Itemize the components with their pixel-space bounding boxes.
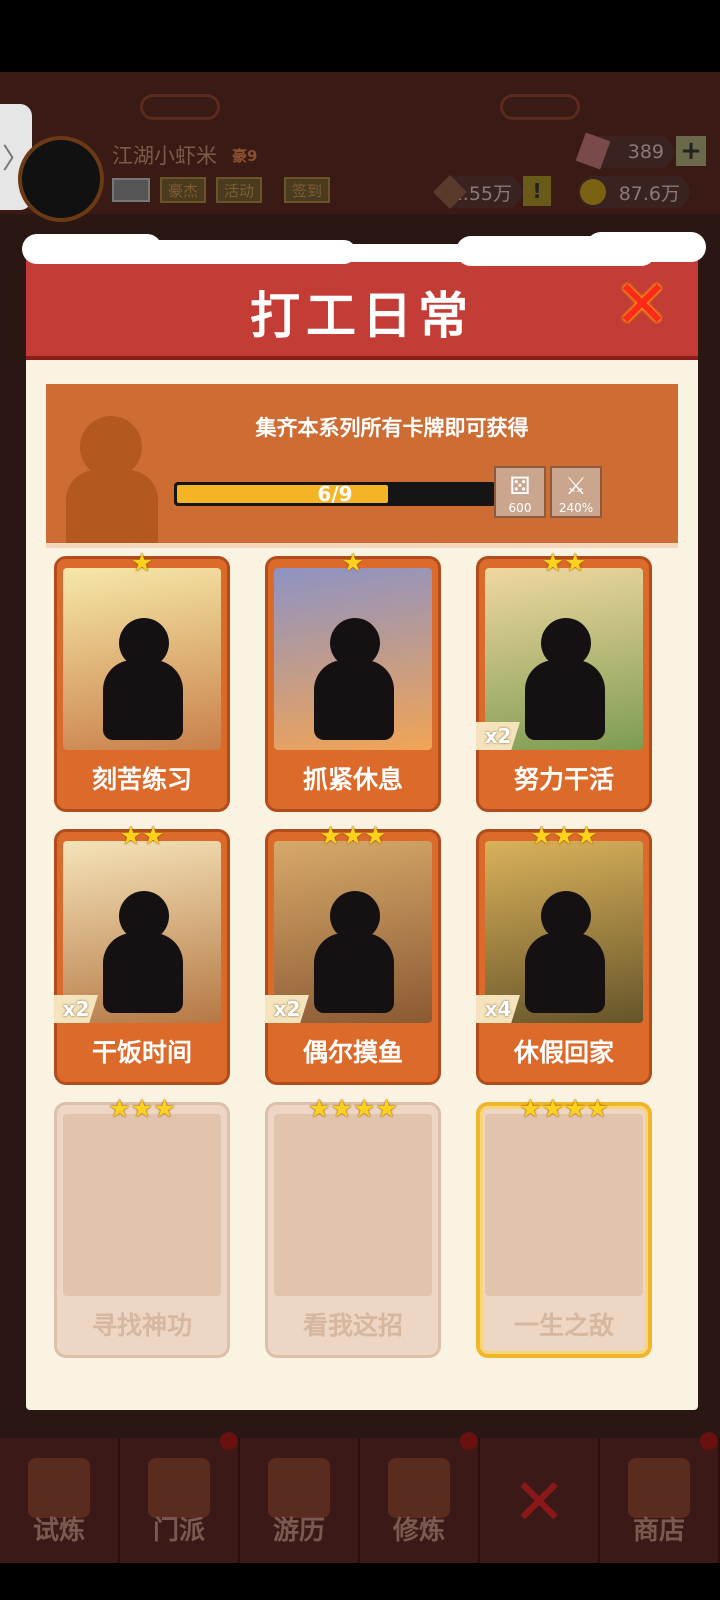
card-name: 抓紧休息 [302,765,403,794]
notification-dot [460,1432,478,1450]
cloud-ornament [500,94,580,120]
ninja-head [541,891,591,941]
progress-text: 6/9 [317,482,353,506]
card-stars: ★★★★ [308,1094,398,1123]
card-name: 休假回家 [513,1038,614,1067]
avatar[interactable] [18,136,104,222]
card-3[interactable]: ★★ x2 努力干活 [476,548,652,812]
notification-dot [220,1432,238,1450]
scroll-icon [388,1458,450,1518]
reward-sword[interactable]: ⚔ 240% [550,466,602,518]
power-alert-button[interactable]: ! [523,176,551,206]
ninja-body [525,660,605,740]
checkin-button[interactable]: 签到 [284,177,331,203]
card-6[interactable]: ★★★ x4 休假回家 [476,821,652,1085]
nav-close[interactable]: ✕ [480,1438,600,1563]
player-rank: 豪9 [232,147,258,165]
shop-icon [628,1458,690,1518]
set-reward-banner: 集齐本系列所有卡牌即可获得 6/9 ⚄ 600 ⚔ 240% [46,384,678,548]
events-button[interactable]: 活动 [216,177,263,203]
card-4[interactable]: ★★ x2 干饭时间 [54,821,230,1085]
ninja-head [330,891,380,941]
close-button[interactable]: ✕ [612,266,672,343]
nav-cultivate[interactable]: 修炼 [360,1432,480,1563]
card-stars: ★ [341,548,365,577]
status-bar [0,0,720,72]
nav-shop[interactable]: 商店 [600,1432,720,1563]
card-8-locked[interactable]: ★★★★ 看我这招 [265,1094,441,1358]
reward-value: 600 [508,501,532,515]
collection-progress-bar: 6/9 [174,482,496,506]
card-2[interactable]: ★ 抓紧休息 [265,548,441,812]
dice-icon: ⚄ [509,472,531,500]
card-stars: ★ [130,548,154,577]
nav-label: 试炼 [32,1516,85,1546]
nav-label: 门派 [152,1516,205,1546]
card-name: 一生之敌 [513,1311,614,1340]
ninja-body [103,660,183,740]
card-1[interactable]: ★ 刻苦练习 [54,548,230,812]
card-name: 干饭时间 [91,1038,192,1067]
card-name: 寻找神功 [91,1311,192,1340]
modal-header: 打工日常 ✕ [22,232,706,360]
heroes-button[interactable]: 豪杰 [160,177,207,203]
mail-icon[interactable] [112,178,150,202]
player-name: 江湖小虾米 [112,144,217,168]
firecracker-icon [28,1458,90,1518]
card-9-locked[interactable]: ★★★★ 一生之敌 [476,1094,652,1358]
card-stars: ★★ [541,548,587,577]
gate-icon [148,1458,210,1518]
close-icon: ✕ [614,265,670,343]
sword-icon: ⚔ [565,472,587,500]
card-stars: ★★★ [319,821,387,850]
card-5[interactable]: ★★★ x2 偶尔摸鱼 [265,821,441,1085]
card-7-locked[interactable]: ★★★ 寻找神功 [54,1094,230,1358]
ninja-body [314,660,394,740]
notification-dot [700,1432,718,1450]
nav-label: 游历 [272,1516,325,1546]
cloud-ornament [140,94,220,120]
close-icon: ✕ [512,1466,566,1540]
system-nav-bar [0,1563,720,1600]
nav-sect[interactable]: 门派 [120,1432,240,1563]
bottom-nav: 试炼 门派 游历 修炼 ✕ 商店 [0,1432,720,1563]
card-name: 偶尔摸鱼 [302,1038,403,1067]
card-stars: ★★★ [530,821,598,850]
ninja-body [103,933,183,1013]
nav-travel[interactable]: 游历 [240,1438,360,1563]
ninja-head [119,618,169,668]
ninja-body [525,933,605,1013]
card-collection-modal: 打工日常 ✕ 集齐本系列所有卡牌即可获得 6/9 ⚄ 600 ⚔ 240% ★ … [22,232,706,1410]
ninja-head [119,891,169,941]
reward-value: 240% [558,501,594,515]
card-art [274,568,432,750]
nav-label: 修炼 [392,1516,445,1546]
nav-label: 商店 [632,1516,685,1546]
nav-trial[interactable]: 试炼 [0,1438,120,1563]
card-stars: ★★★ [108,1094,176,1123]
modal-title: 打工日常 [250,287,474,345]
ninja-head [330,618,380,668]
card-name: 努力干活 [513,765,614,794]
card-stars: ★★★★ [519,1094,609,1123]
card-art-placeholder [63,1114,221,1296]
snow-decoration [586,232,706,262]
banner-text: 集齐本系列所有卡牌即可获得 [255,416,529,440]
ninja-body [314,933,394,1013]
add-gems-button[interactable]: + [676,136,706,166]
card-art-placeholder [274,1114,432,1296]
card-stars: ★★ [119,821,165,850]
ninja-head [541,618,591,668]
card-art [63,568,221,750]
card-art-placeholder [485,1114,643,1296]
card-name: 看我这招 [302,1311,403,1340]
card-name: 刻苦练习 [91,765,192,794]
reward-dice[interactable]: ⚄ 600 [494,466,546,518]
mountain-icon [268,1458,330,1518]
coin-icon [580,179,606,205]
snow-decoration [106,240,356,264]
